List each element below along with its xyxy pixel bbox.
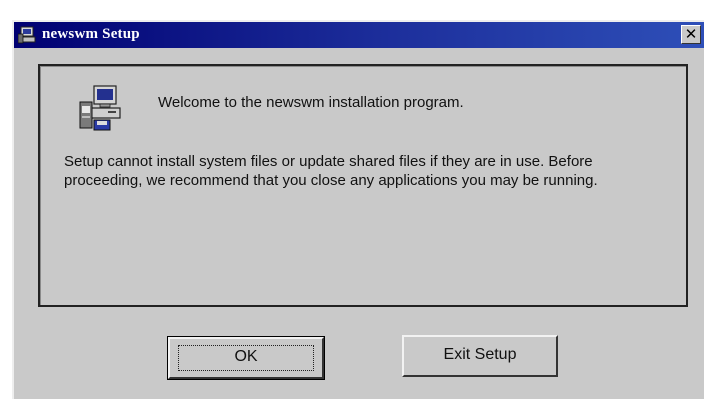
focus-rect: [178, 345, 314, 371]
message-panel: Welcome to the newswm installation progr…: [38, 64, 688, 307]
computer-setup-icon: [78, 84, 122, 132]
welcome-text: Welcome to the newswm installation progr…: [158, 94, 464, 111]
window-title: newswm Setup: [42, 26, 140, 42]
exit-setup-button-label: Exit Setup: [443, 346, 517, 363]
close-button[interactable]: ✕: [681, 25, 701, 44]
warning-message: Setup cannot install system files or upd…: [64, 153, 598, 189]
exit-setup-button[interactable]: Exit Setup: [402, 335, 558, 377]
setup-dialog: newswm Setup ✕ Welcome to the newswm ins…: [12, 20, 704, 399]
ok-button[interactable]: OK: [167, 336, 325, 380]
close-icon: ✕: [684, 25, 698, 43]
setup-computer-icon: [17, 25, 38, 45]
title-bar[interactable]: newswm Setup ✕: [14, 22, 704, 48]
